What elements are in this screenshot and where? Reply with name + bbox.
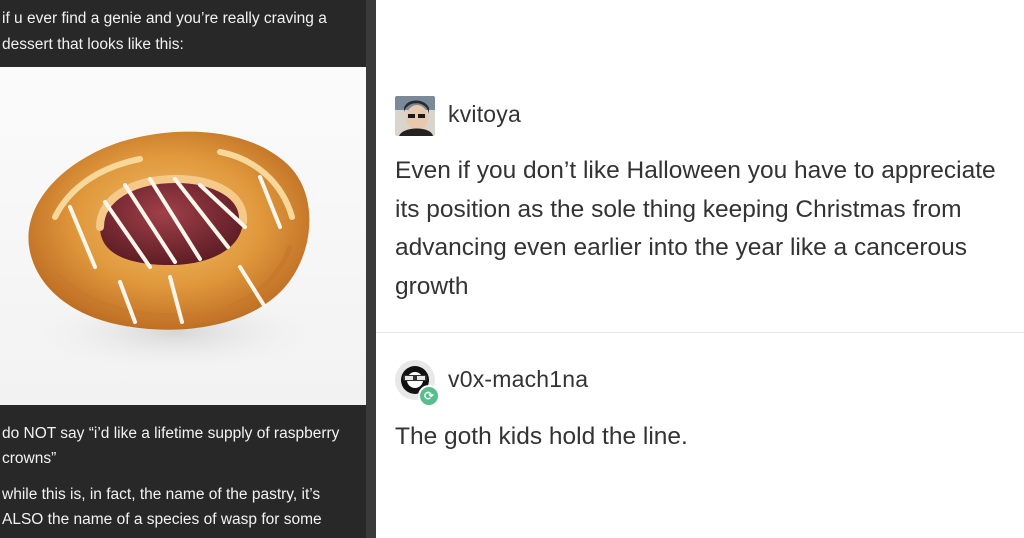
username-v0x-mach1na[interactable]: v0x-mach1na: [448, 366, 588, 393]
username-kvitoya[interactable]: kvitoya: [448, 101, 521, 128]
post-paragraph-1: do NOT say “i’d like a lifetime supply o…: [2, 425, 340, 467]
reblog-icon: ⟳: [418, 385, 440, 407]
post-intro-text: if u ever find a genie and you’re really…: [2, 10, 327, 53]
avatar-kvitoya[interactable]: [395, 96, 435, 136]
pastry-image[interactable]: [0, 67, 366, 405]
reblog-post-text: The goth kids hold the line.: [395, 423, 688, 450]
user-avatar-icon: [395, 96, 435, 136]
post-divider: [376, 332, 1024, 333]
pastry-illustration: [25, 131, 325, 372]
right-post-panel: kvitoya Even if you don’t like Halloween…: [376, 0, 1024, 538]
left-post-panel: if u ever find a genie and you’re really…: [0, 0, 366, 538]
panel-divider: [366, 0, 376, 538]
original-post-text: Even if you don’t like Halloween you hav…: [395, 157, 996, 300]
post-paragraph-2: while this is, in fact, the name of the …: [2, 486, 322, 528]
